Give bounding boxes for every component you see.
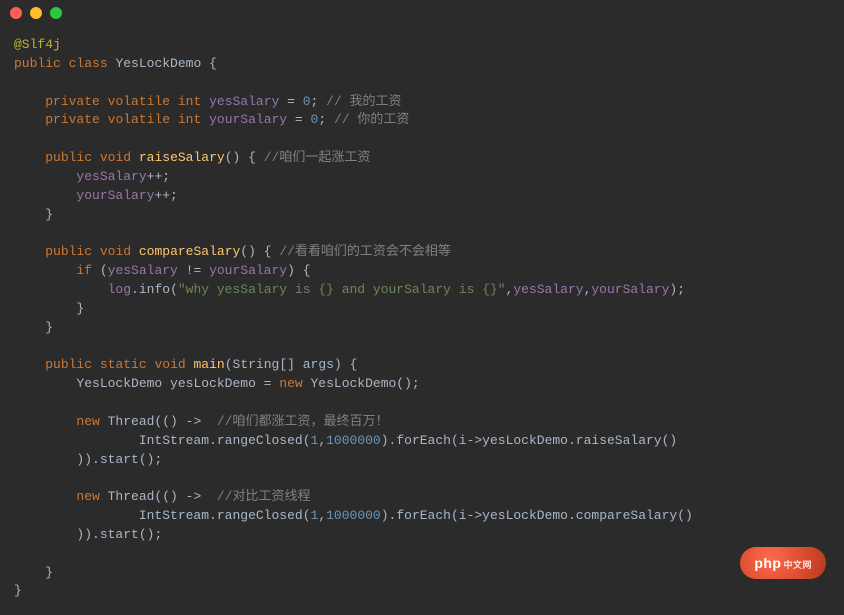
kw-void: void [100, 244, 131, 259]
type-String: String [233, 357, 280, 372]
kw-private: private [45, 94, 100, 109]
type-YesLockDemo: YesLockDemo [76, 376, 162, 391]
brace-close: } [45, 207, 53, 222]
kw-if: if [76, 263, 92, 278]
kw-public: public [45, 244, 92, 259]
kw-new: new [76, 414, 99, 429]
code-block: @Slf4j public class YesLockDemo { privat… [0, 26, 844, 615]
kw-void: void [100, 150, 131, 165]
comment: //对比工资线程 [217, 489, 311, 504]
field-yesSalary: yesSalary [76, 169, 146, 184]
comment: //看看咱们的工资会不会相等 [279, 244, 451, 259]
call-raiseSalary: raiseSalary [576, 433, 662, 448]
field-yourSalary: yourSalary [209, 112, 287, 127]
method-start: start [100, 452, 139, 467]
comment: // 你的工资 [326, 112, 409, 127]
close-dot[interactable] [10, 7, 22, 19]
kw-static: static [100, 357, 147, 372]
arg-yesSalary: yesSalary [513, 282, 583, 297]
brace-close: } [45, 565, 53, 580]
kw-void: void [154, 357, 185, 372]
minimize-dot[interactable] [30, 7, 42, 19]
annotation: @Slf4j [14, 37, 61, 52]
comment: //咱们都涨工资，最终百万！ [217, 414, 389, 429]
kw-class: class [69, 56, 108, 71]
type-IntStream: IntStream [139, 508, 209, 523]
method-rangeClosed: rangeClosed [217, 508, 303, 523]
kw-int: int [178, 112, 201, 127]
badge-sub: 中文网 [783, 560, 812, 570]
field-yesSalary: yesSalary [209, 94, 279, 109]
brace-close: } [76, 301, 84, 316]
method-start: start [100, 527, 139, 542]
type-IntStream: IntStream [139, 433, 209, 448]
class-name: YesLockDemo [115, 56, 201, 71]
literal-zero: 0 [303, 94, 311, 109]
literal-1000000: 1000000 [326, 433, 381, 448]
field-yourSalary: yourSalary [76, 188, 154, 203]
method-main: main [194, 357, 225, 372]
call-compareSalary: compareSalary [576, 508, 677, 523]
badge-main: php [754, 555, 781, 571]
kw-private: private [45, 112, 100, 127]
string-literal: "why yesSalary is {} and yourSalary is {… [178, 282, 506, 297]
field-yesSalary: yesSalary [108, 263, 178, 278]
kw-volatile: volatile [108, 112, 170, 127]
method-raiseSalary: raiseSalary [139, 150, 225, 165]
method-forEach: forEach [396, 508, 451, 523]
kw-new: new [279, 376, 302, 391]
param-args: args [303, 357, 334, 372]
brace-close: } [14, 583, 22, 598]
literal-1000000: 1000000 [326, 508, 381, 523]
brace-close: } [45, 320, 53, 335]
kw-public: public [45, 357, 92, 372]
maximize-dot[interactable] [50, 7, 62, 19]
logger: log [108, 282, 131, 297]
method-info: info [139, 282, 170, 297]
kw-public: public [14, 56, 61, 71]
kw-new: new [76, 489, 99, 504]
method-compareSalary: compareSalary [139, 244, 240, 259]
arg-yourSalary: yourSalary [591, 282, 669, 297]
kw-volatile: volatile [108, 94, 170, 109]
field-yourSalary: yourSalary [209, 263, 287, 278]
watermark-badge: php中文网 [740, 547, 826, 579]
method-rangeClosed: rangeClosed [217, 433, 303, 448]
method-forEach: forEach [396, 433, 451, 448]
comment: // 我的工资 [318, 94, 401, 109]
kw-int: int [178, 94, 201, 109]
window-titlebar [0, 0, 844, 26]
comment: //咱们一起涨工资 [264, 150, 371, 165]
kw-public: public [45, 150, 92, 165]
